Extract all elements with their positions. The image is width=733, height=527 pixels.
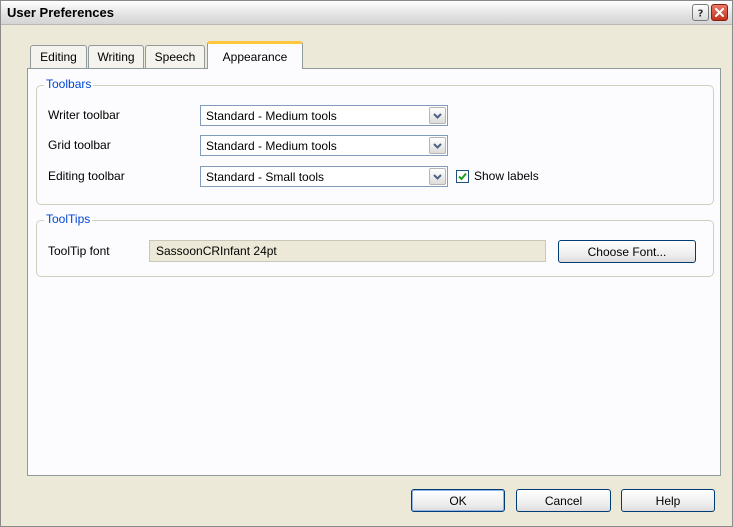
- editing-toolbar-select[interactable]: Standard - Small tools: [200, 166, 448, 187]
- tab-label: Speech: [154, 50, 196, 64]
- tab-editing[interactable]: Editing: [30, 45, 87, 68]
- appearance-tab-panel: Toolbars Writer toolbar Standard - Mediu…: [27, 68, 721, 476]
- chevron-down-icon[interactable]: [429, 168, 446, 185]
- svg-text:?: ?: [698, 9, 704, 19]
- help-label: Help: [655, 493, 681, 508]
- editing-toolbar-value: Standard - Small tools: [206, 170, 325, 184]
- tooltip-font-label: ToolTip font: [48, 244, 110, 258]
- choose-font-label: Choose Font...: [587, 244, 667, 259]
- checkmark-icon: [458, 170, 467, 184]
- writer-toolbar-label: Writer toolbar: [48, 108, 120, 122]
- ok-button[interactable]: OK: [411, 489, 505, 512]
- show-labels-checkbox[interactable]: [456, 170, 469, 183]
- chevron-down-icon[interactable]: [429, 137, 446, 154]
- writer-toolbar-value: Standard - Medium tools: [206, 109, 337, 123]
- tab-speech[interactable]: Speech: [145, 45, 205, 68]
- editing-toolbar-label: Editing toolbar: [48, 169, 125, 183]
- chevron-down-icon[interactable]: [429, 107, 446, 124]
- close-x-icon: [714, 7, 725, 18]
- show-labels-label[interactable]: Show labels: [474, 169, 539, 183]
- toolbars-group: Toolbars Writer toolbar Standard - Mediu…: [36, 77, 714, 205]
- toolbars-legend: Toolbars: [44, 77, 94, 91]
- cancel-button[interactable]: Cancel: [516, 489, 611, 512]
- user-preferences-dialog: User Preferences ? Editing Writing Speec…: [0, 0, 733, 527]
- tooltip-font-field: SassoonCRInfant 24pt: [149, 240, 546, 262]
- tab-label: Editing: [40, 50, 77, 64]
- cancel-label: Cancel: [544, 493, 583, 508]
- tab-appearance[interactable]: Appearance: [207, 41, 303, 69]
- tab-label: Appearance: [222, 49, 288, 64]
- window-title: User Preferences: [7, 5, 114, 20]
- writer-toolbar-select[interactable]: Standard - Medium tools: [200, 105, 448, 126]
- tooltip-font-value: SassoonCRInfant 24pt: [156, 244, 277, 258]
- grid-toolbar-select[interactable]: Standard - Medium tools: [200, 135, 448, 156]
- help-title-button[interactable]: ?: [692, 4, 709, 21]
- close-title-button[interactable]: [711, 4, 728, 21]
- question-mark-icon: ?: [695, 7, 706, 19]
- tooltips-group: ToolTips ToolTip font SassoonCRInfant 24…: [36, 212, 714, 277]
- grid-toolbar-value: Standard - Medium tools: [206, 139, 337, 153]
- grid-toolbar-label: Grid toolbar: [48, 138, 111, 152]
- tab-label: Writing: [97, 50, 135, 64]
- tab-writing[interactable]: Writing: [88, 45, 144, 68]
- ok-label: OK: [449, 493, 467, 508]
- tooltips-legend: ToolTips: [44, 212, 93, 226]
- help-button[interactable]: Help: [621, 489, 715, 512]
- choose-font-button[interactable]: Choose Font...: [558, 240, 696, 263]
- title-bar[interactable]: User Preferences ?: [1, 1, 732, 25]
